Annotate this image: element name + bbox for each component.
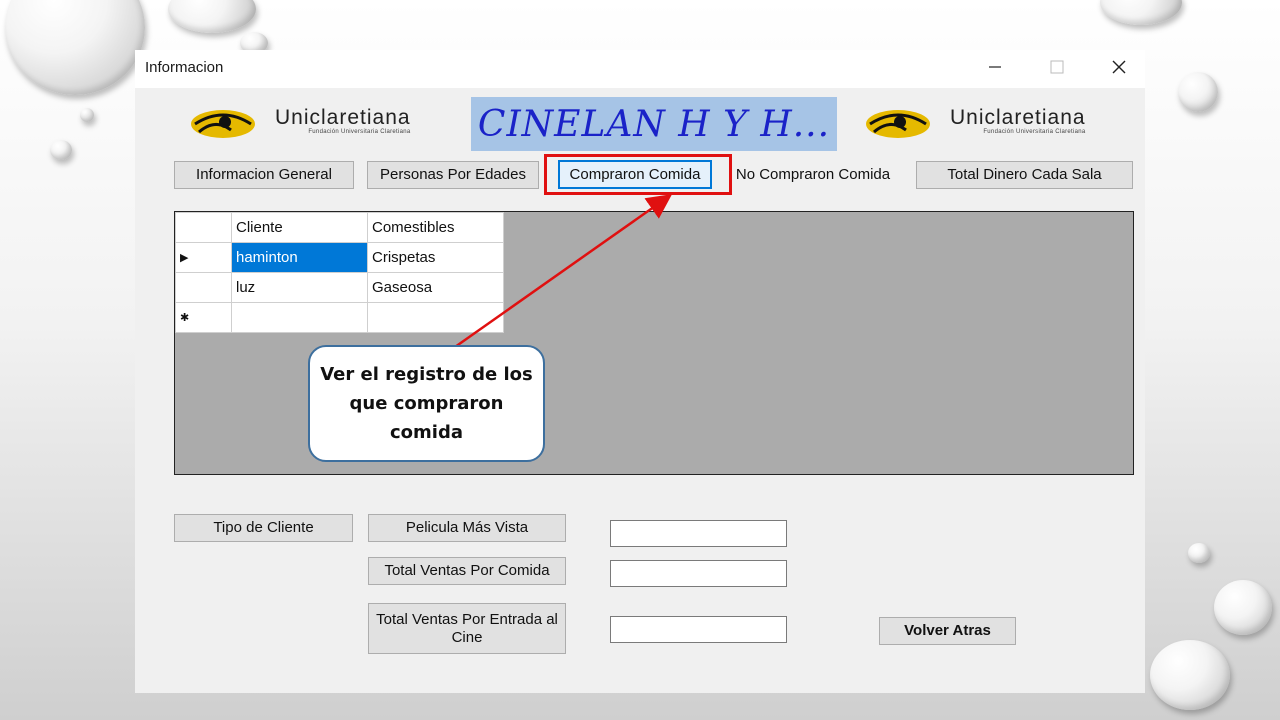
row-header-cell	[175, 272, 232, 303]
uniclaretiana-logo-left: Uniclaretiana Fundación Universitaria Cl…	[185, 100, 411, 144]
water-drop-decoration	[1188, 543, 1210, 563]
new-row-asterisk-icon: ✱	[175, 302, 232, 333]
close-icon	[1112, 60, 1126, 74]
pelicula-mas-vista-button[interactable]: Pelicula Más Vista	[368, 514, 566, 542]
title-bar: Informacion	[135, 50, 1145, 88]
column-header-comestibles[interactable]: Comestibles	[367, 212, 504, 243]
cinema-banner: CINELAN H Y H...	[471, 97, 837, 151]
water-drop-decoration	[50, 140, 72, 160]
total-ventas-entrada-field[interactable]	[610, 616, 787, 643]
row-header-cell	[175, 212, 232, 243]
tipo-de-cliente-button[interactable]: Tipo de Cliente	[174, 514, 353, 542]
table-new-row[interactable]: ✱	[175, 302, 504, 333]
cell-comestibles[interactable]: Crispetas	[367, 242, 504, 273]
cell-comestibles[interactable]: Gaseosa	[367, 272, 504, 303]
pelicula-mas-vista-field[interactable]	[610, 520, 787, 547]
close-button[interactable]	[1088, 50, 1150, 84]
water-drop-decoration	[5, 0, 145, 95]
banner-title: CINELAN H Y H...	[477, 103, 831, 145]
column-header-cliente[interactable]: Cliente	[231, 212, 368, 243]
water-drop-decoration	[1100, 0, 1182, 25]
logo-subtitle: Fundación Universitaria Claretiana	[308, 128, 411, 135]
cell-comestibles[interactable]	[367, 302, 504, 333]
uniclaretiana-emblem-icon	[866, 110, 930, 138]
cell-cliente[interactable]: luz	[231, 272, 368, 303]
highlight-box	[544, 154, 732, 195]
no-compraron-comida-button[interactable]: No Compraron Comida	[733, 161, 893, 189]
water-drop-decoration	[80, 108, 94, 122]
data-table: Cliente Comestibles ▶ haminton Crispetas…	[175, 212, 504, 333]
uniclaretiana-logo-right: Uniclaretiana Fundación Universitaria Cl…	[860, 100, 1086, 144]
table-row[interactable]: ▶ haminton Crispetas	[175, 242, 504, 273]
total-ventas-por-entrada-button[interactable]: Total Ventas Por Entrada al Cine	[368, 603, 566, 654]
maximize-button[interactable]	[1026, 50, 1088, 84]
logo-name: Uniclaretiana	[950, 105, 1086, 129]
minimize-button[interactable]	[964, 50, 1026, 84]
annotation-callout: Ver el registro de los que compraron com…	[308, 345, 545, 462]
callout-text: Ver el registro de los que compraron com…	[320, 364, 533, 443]
cell-cliente[interactable]: haminton	[231, 242, 368, 273]
water-drop-decoration	[1150, 640, 1230, 710]
cell-cliente[interactable]	[231, 302, 368, 333]
minimize-icon	[989, 66, 1001, 68]
personas-por-edades-button[interactable]: Personas Por Edades	[367, 161, 539, 189]
total-ventas-comida-field[interactable]	[610, 560, 787, 587]
current-row-indicator-icon: ▶	[175, 242, 232, 273]
water-drop-decoration	[168, 0, 256, 33]
app-window: Informacion Uniclaretiana Fundación Univ…	[135, 50, 1145, 693]
informacion-general-button[interactable]: Informacion General	[174, 161, 354, 189]
table-row[interactable]: luz Gaseosa	[175, 272, 504, 303]
volver-atras-button[interactable]: Volver Atras	[879, 617, 1016, 645]
water-drop-decoration	[1214, 580, 1272, 635]
table-header-row: Cliente Comestibles	[175, 212, 504, 243]
uniclaretiana-emblem-icon	[191, 110, 255, 138]
total-ventas-por-comida-button[interactable]: Total Ventas Por Comida	[368, 557, 566, 585]
logo-subtitle: Fundación Universitaria Claretiana	[983, 128, 1086, 135]
total-dinero-cada-sala-button[interactable]: Total Dinero Cada Sala	[916, 161, 1133, 189]
logo-name: Uniclaretiana	[275, 105, 411, 129]
maximize-icon	[1050, 60, 1064, 74]
water-drop-decoration	[1178, 72, 1218, 112]
window-title: Informacion	[145, 59, 224, 76]
